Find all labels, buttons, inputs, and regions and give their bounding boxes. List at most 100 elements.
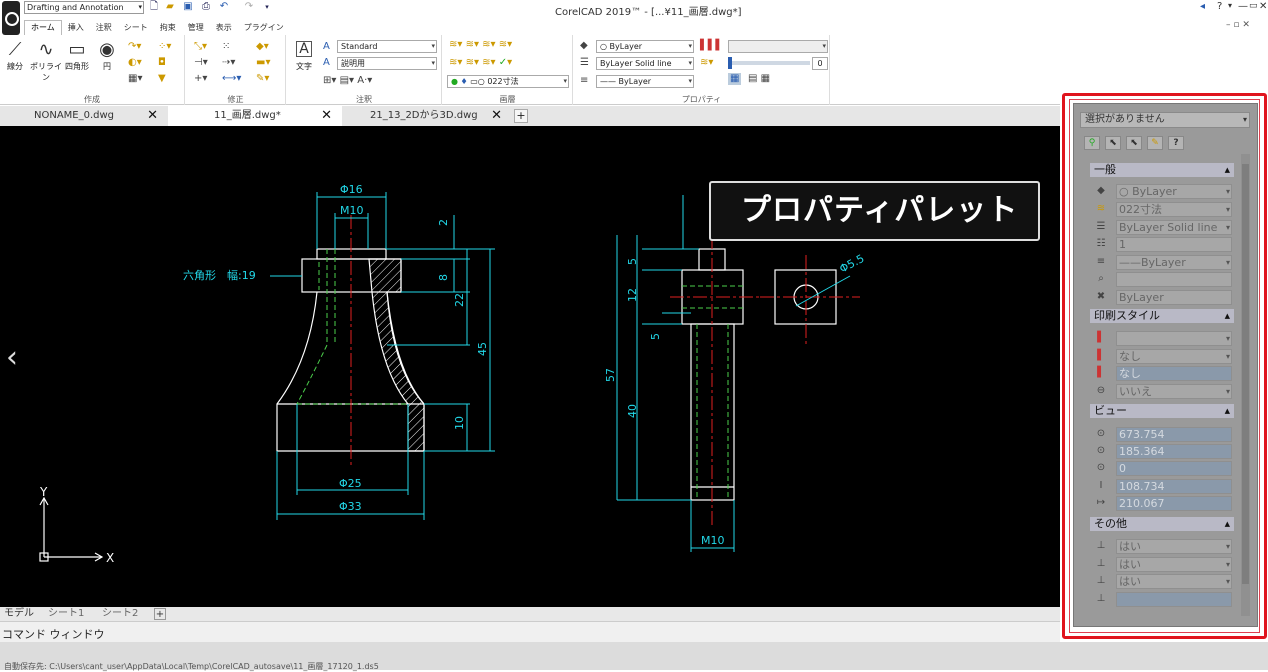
transparency-slider-thumb[interactable] bbox=[728, 57, 732, 69]
properties-palette-callout: プロパティパレット bbox=[709, 181, 1040, 241]
layers-group: ≋▾ ≋▾ ≋▾ ≋▾ ≋▾ ≋▾ ≋▾ ✓▾ ● ♦ ▭○ 022寸法 ▾ 画層 bbox=[443, 35, 573, 105]
dim-10: 10 bbox=[453, 416, 466, 430]
extend-icon[interactable]: ⇢▾ bbox=[222, 57, 235, 69]
tab-manage[interactable]: 管理 bbox=[182, 21, 210, 35]
close-icon[interactable]: ✕ bbox=[491, 106, 502, 126]
dim-45: 45 bbox=[476, 342, 489, 356]
linetype-icon: ☰ bbox=[580, 57, 589, 68]
layer-manager-icon[interactable]: ≋▾ ≋▾ ≋▾ ≋▾ bbox=[449, 39, 512, 51]
help-dropdown-icon[interactable]: ▾ bbox=[1228, 1, 1232, 10]
plot-style-select[interactable]: ▾ bbox=[728, 40, 828, 53]
point-icon[interactable]: ⁘▾ bbox=[158, 41, 171, 53]
workspace-select[interactable]: Drafting and Annotation ▾ bbox=[24, 1, 144, 14]
text-icon: A bbox=[296, 41, 312, 57]
save-icon[interactable]: ▣ bbox=[182, 1, 194, 13]
properties-group-label: プロパティ bbox=[681, 95, 722, 104]
tab-view[interactable]: 表示 bbox=[210, 21, 238, 35]
color-bars-icon: ▌▌▌ bbox=[700, 40, 724, 51]
explode-icon[interactable]: ▬▾ bbox=[256, 57, 270, 69]
new-file-icon[interactable]: 🗋 bbox=[148, 1, 160, 13]
doc-tab-label: NONAME_0.dwg bbox=[34, 110, 115, 121]
chevron-left-icon[interactable]: ‹ bbox=[6, 340, 18, 375]
ribbon-tabs: ホーム 挿入 注釈 シート 拘束 管理 表示 プラグイン bbox=[24, 20, 290, 35]
trim-icon[interactable]: ⊣▾ bbox=[194, 57, 208, 69]
text-style-select[interactable]: Standard ▾ bbox=[337, 40, 437, 53]
restore-icon[interactable]: ▭ bbox=[1249, 1, 1258, 11]
print-icon[interactable]: ⎙ bbox=[200, 1, 212, 13]
text-tool-button[interactable]: A 文字 bbox=[291, 39, 317, 72]
minimize-icon[interactable]: — bbox=[1238, 1, 1248, 12]
undo-icon[interactable]: ↶ bbox=[218, 1, 230, 13]
draw-group: ⟋ 線分 ∿ ポリライン ▭ 四角形 ◉ 円 ↷▾ ◐▾ ▦▾ ⁘▾ ◘ ▼ 作成 bbox=[0, 35, 185, 105]
circle-tool-button[interactable]: ◉ 円 bbox=[94, 39, 120, 72]
draw-group-label: 作成 bbox=[84, 95, 100, 104]
transparency-value[interactable]: 0 bbox=[812, 57, 828, 70]
sheet-tab-2[interactable]: シート2 bbox=[102, 607, 138, 621]
tab-home[interactable]: ホーム bbox=[24, 20, 62, 35]
help-icon[interactable]: ? bbox=[1217, 1, 1222, 12]
lineweight-icon: ≡ bbox=[580, 75, 589, 86]
ribbon-minimize-icon[interactable]: – ▫ ✕ bbox=[1226, 20, 1250, 30]
tab-plugins[interactable]: プラグイン bbox=[238, 21, 290, 35]
erase-icon[interactable]: ◆▾ bbox=[256, 41, 269, 53]
quick-access-dropdown-icon[interactable]: ▾ bbox=[261, 1, 273, 13]
tab-insert[interactable]: 挿入 bbox=[62, 21, 90, 35]
redo-icon[interactable]: ↷ bbox=[243, 1, 255, 13]
rectangle-tool-button[interactable]: ▭ 四角形 bbox=[64, 39, 90, 72]
layers-group-label: 画層 bbox=[499, 95, 516, 104]
arc-icon[interactable]: ↷▾ bbox=[128, 41, 141, 53]
spline-icon[interactable]: ▼ bbox=[158, 73, 166, 85]
tab-sheet[interactable]: シート bbox=[118, 21, 154, 35]
layer-tools-icon[interactable]: ≋▾ ≋▾ ≋▾ ✓▾ bbox=[449, 57, 512, 69]
layer-select[interactable]: ● ♦ ▭○ 022寸法 ▾ bbox=[447, 75, 569, 88]
sheet-tab-1[interactable]: シート1 bbox=[48, 607, 84, 621]
doc-tab-label: 11_画層.dwg* bbox=[214, 110, 281, 121]
tab-constraints[interactable]: 拘束 bbox=[154, 21, 182, 35]
array-icon[interactable]: ⁙ bbox=[222, 41, 230, 53]
add-tab-button[interactable]: + bbox=[514, 109, 528, 123]
app-title: CorelCAD 2019™ - [...¥11_画層.dwg*] bbox=[555, 7, 742, 18]
layer-match-icon[interactable]: ≋▾ bbox=[700, 57, 713, 69]
ellipse-icon[interactable]: ◐▾ bbox=[128, 57, 142, 69]
rotate-icon[interactable]: +▾ bbox=[194, 73, 207, 85]
status-bar: 自動保存先: C:\Users\cant_user\AppData\Local\… bbox=[0, 642, 1268, 671]
chevron-down-icon: ▾ bbox=[431, 59, 435, 67]
ucs-x-label: X bbox=[106, 551, 114, 565]
close-icon[interactable]: ✕ bbox=[1259, 1, 1267, 12]
add-sheet-button[interactable]: + bbox=[154, 608, 166, 620]
chevron-down-icon: ▾ bbox=[138, 3, 142, 11]
dim-style-select[interactable]: 説明用 ▾ bbox=[337, 57, 437, 70]
hatch-icon[interactable]: ▦▾ bbox=[128, 73, 142, 85]
dim-22: 22 bbox=[453, 293, 466, 307]
properties-palette-icon[interactable]: ▦ bbox=[728, 73, 742, 85]
expand-left-icon[interactable]: ◂ bbox=[1200, 1, 1205, 12]
app-logo-icon[interactable] bbox=[2, 1, 20, 35]
doc-tab-11-layers[interactable]: 11_画層.dwg* ✕ bbox=[168, 106, 342, 126]
edit-icon[interactable]: ✎▾ bbox=[256, 73, 269, 85]
line-tool-label: 線分 bbox=[7, 62, 23, 71]
sheet-tab-model[interactable]: モデル bbox=[4, 607, 34, 621]
tab-annotate[interactable]: 注釈 bbox=[90, 21, 118, 35]
linetype-select[interactable]: ByLayer Solid line ▾ bbox=[596, 57, 694, 70]
close-icon[interactable]: ✕ bbox=[147, 106, 158, 126]
doc-tab-noname[interactable]: NONAME_0.dwg ✕ bbox=[0, 106, 168, 126]
region-icon[interactable]: ◘ bbox=[158, 57, 166, 69]
transparency-slider[interactable] bbox=[728, 61, 810, 65]
chevron-down-icon: ▾ bbox=[822, 42, 826, 50]
mirror-icon[interactable]: ⟷▾ bbox=[222, 73, 241, 85]
doc-tab-21-2d-3d[interactable]: 21_13_2Dから3D.dwg ✕ bbox=[342, 106, 512, 126]
dim-2: 2 bbox=[437, 219, 450, 226]
close-icon[interactable]: ✕ bbox=[321, 106, 332, 126]
layer-freeze-icon: ♦ bbox=[460, 77, 468, 86]
document-tabs: NONAME_0.dwg ✕ 11_画層.dwg* ✕ 21_13_2Dから3D.d… bbox=[0, 106, 1060, 126]
lineweight-select[interactable]: —— ByLayer ▾ bbox=[596, 75, 694, 88]
color-select[interactable]: ○ ByLayer ▾ bbox=[596, 40, 694, 53]
move-icon[interactable]: ⤡▾ bbox=[194, 41, 207, 53]
list-icon[interactable]: ▤ ▦ bbox=[748, 73, 770, 85]
polyline-tool-button[interactable]: ∿ ポリライン bbox=[30, 39, 62, 83]
line-tool-button[interactable]: ⟋ 線分 bbox=[2, 39, 28, 72]
properties-group: ◆ ○ ByLayer ▾ ▌▌▌ ▾ ☰ ByLayer Solid line ▾… bbox=[574, 35, 830, 105]
open-folder-icon[interactable]: ▰ bbox=[164, 1, 176, 13]
command-window[interactable]: コマンド ウィンドウ bbox=[0, 621, 1060, 642]
dimension-icon[interactable]: ⊞▾ ▤▾ A·▾ bbox=[323, 75, 372, 87]
